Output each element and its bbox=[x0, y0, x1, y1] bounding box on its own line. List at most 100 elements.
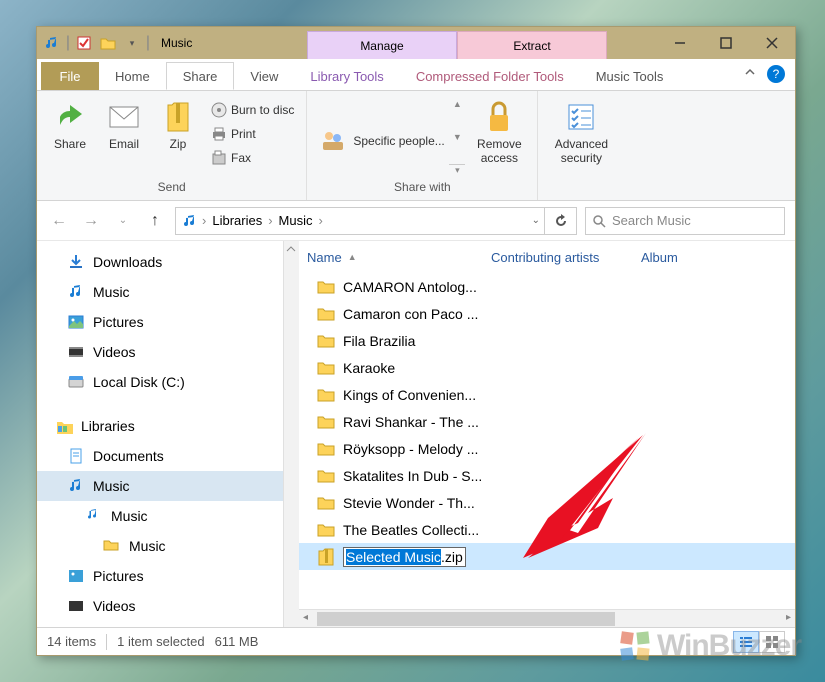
tree-item-music-lib[interactable]: Music bbox=[37, 471, 299, 501]
tree-item-libraries[interactable]: Libraries bbox=[37, 411, 299, 441]
email-icon bbox=[108, 101, 140, 133]
file-tab[interactable]: File bbox=[41, 62, 99, 90]
help-icon[interactable]: ? bbox=[767, 65, 785, 83]
collapse-ribbon-icon[interactable] bbox=[743, 65, 757, 79]
tree-item-pictures[interactable]: Pictures bbox=[37, 307, 299, 337]
compressed-tools-tab[interactable]: Compressed Folder Tools bbox=[400, 62, 580, 90]
maximize-button[interactable] bbox=[703, 27, 749, 59]
col-album-header[interactable]: Album bbox=[641, 250, 795, 265]
close-button[interactable] bbox=[749, 27, 795, 59]
manage-context-tab[interactable]: Manage bbox=[307, 31, 457, 59]
extract-context-tab[interactable]: Extract bbox=[457, 31, 607, 59]
advanced-security-button[interactable]: Advanced security bbox=[546, 95, 616, 194]
crumb-sep-1[interactable]: › bbox=[268, 213, 272, 228]
remove-access-button[interactable]: Remove access bbox=[469, 95, 529, 180]
up-button[interactable]: ↑ bbox=[143, 209, 167, 233]
list-item[interactable]: Skatalites In Dub - S... bbox=[299, 462, 795, 489]
crumb-libraries[interactable]: Libraries bbox=[210, 213, 264, 228]
app-icon[interactable] bbox=[41, 32, 63, 54]
rename-input[interactable]: Selected Music.zip bbox=[343, 547, 466, 567]
scroll-up-icon[interactable] bbox=[286, 244, 296, 254]
list-item[interactable]: Karaoke bbox=[299, 354, 795, 381]
list-item[interactable]: Camaron con Paco ... bbox=[299, 300, 795, 327]
list-item-editing[interactable]: Selected Music.zip bbox=[299, 543, 795, 570]
tree-item-documents-lib[interactable]: Documents bbox=[37, 441, 299, 471]
tree-item-videos[interactable]: Videos bbox=[37, 337, 299, 367]
crumb-sep-2[interactable]: › bbox=[319, 213, 323, 228]
scroll-right-icon[interactable]: ▸ bbox=[786, 612, 791, 623]
qat-dropdown-icon[interactable]: ▾ bbox=[121, 32, 143, 54]
list-item[interactable]: Röyksopp - Melody ... bbox=[299, 435, 795, 462]
tree-item-music-sub1[interactable]: Music bbox=[37, 501, 299, 531]
pictures-lib-icon bbox=[67, 567, 85, 585]
folder-icon bbox=[317, 440, 335, 458]
scroll-left-icon[interactable]: ◂ bbox=[303, 612, 308, 623]
search-placeholder: Search Music bbox=[612, 213, 691, 228]
burn-button[interactable]: Burn to disc bbox=[207, 99, 298, 121]
explorer-window: | ▾ | Music Manage Extract File Home Sha… bbox=[36, 26, 796, 656]
print-button[interactable]: Print bbox=[207, 123, 298, 145]
pictures-icon bbox=[67, 313, 85, 331]
new-folder-icon[interactable] bbox=[97, 32, 119, 54]
drive-icon bbox=[67, 373, 85, 391]
list-item[interactable]: CAMARON Antolog... bbox=[299, 273, 795, 300]
folder-icon bbox=[317, 332, 335, 350]
list-item[interactable]: Fila Brazilia bbox=[299, 327, 795, 354]
titlebar: | ▾ | Music Manage Extract bbox=[37, 27, 795, 59]
library-tools-tab[interactable]: Library Tools bbox=[294, 62, 399, 90]
tree-item-videos-lib[interactable]: Videos bbox=[37, 591, 299, 621]
gallery-down-icon[interactable]: ▼ bbox=[449, 132, 465, 142]
tree-item-music[interactable]: Music bbox=[37, 277, 299, 307]
qat-divider-2: | bbox=[145, 32, 151, 54]
col-contrib-header[interactable]: Contributing artists bbox=[491, 250, 641, 265]
col-name-header[interactable]: Name▲ bbox=[307, 250, 491, 265]
share-icon bbox=[54, 101, 86, 133]
zip-button[interactable]: Zip bbox=[153, 95, 203, 180]
home-tab[interactable]: Home bbox=[99, 62, 166, 90]
scrollbar-thumb[interactable] bbox=[317, 612, 615, 626]
tree-item-pictures-lib[interactable]: Pictures bbox=[37, 561, 299, 591]
file-list[interactable]: CAMARON Antolog... Camaron con Paco ... … bbox=[299, 273, 795, 609]
properties-icon[interactable] bbox=[73, 32, 95, 54]
fax-icon bbox=[211, 150, 227, 166]
breadcrumb[interactable]: › Libraries › Music › ⌄ bbox=[175, 207, 545, 235]
list-item[interactable]: Kings of Convenien... bbox=[299, 381, 795, 408]
list-item[interactable]: Ravi Shankar - The ... bbox=[299, 408, 795, 435]
share-with-group-label: Share with bbox=[315, 180, 529, 196]
list-item[interactable]: The Beatles Collecti... bbox=[299, 516, 795, 543]
fax-button[interactable]: Fax bbox=[207, 147, 298, 169]
tree-item-downloads[interactable]: Downloads bbox=[37, 247, 299, 277]
window-controls bbox=[657, 27, 795, 59]
status-item-count: 14 items bbox=[47, 634, 96, 649]
minimize-button[interactable] bbox=[657, 27, 703, 59]
quick-access-toolbar: | ▾ | bbox=[37, 32, 155, 54]
videos-lib-icon bbox=[67, 597, 85, 615]
tree-item-localdisk[interactable]: Local Disk (C:) bbox=[37, 367, 299, 397]
documents-icon bbox=[67, 447, 85, 465]
watermark: WinBuzzer bbox=[617, 628, 801, 664]
back-button[interactable]: ← bbox=[47, 209, 71, 233]
forward-button[interactable]: → bbox=[79, 209, 103, 233]
tree-scrollbar[interactable] bbox=[283, 241, 299, 627]
share-button[interactable]: Share bbox=[45, 95, 95, 180]
search-input[interactable]: Search Music bbox=[585, 207, 785, 235]
gallery-more-icon[interactable]: ▾ bbox=[449, 164, 465, 176]
print-icon bbox=[211, 126, 227, 142]
list-item[interactable]: Stevie Wonder - Th... bbox=[299, 489, 795, 516]
root-chevron-icon[interactable]: › bbox=[202, 213, 206, 228]
email-button[interactable]: Email bbox=[99, 95, 149, 180]
gallery-up-icon[interactable]: ▲ bbox=[449, 99, 465, 109]
address-dropdown-icon[interactable]: ⌄ bbox=[532, 215, 540, 226]
status-selected-count: 1 item selected bbox=[117, 634, 204, 649]
share-tab[interactable]: Share bbox=[166, 62, 235, 90]
tree-item-music-sub2[interactable]: Music bbox=[37, 531, 299, 561]
disc-icon bbox=[211, 102, 227, 118]
recent-locations-icon[interactable]: ⌄ bbox=[111, 209, 135, 233]
specific-people-button[interactable]: Specific people... bbox=[315, 95, 445, 180]
view-tab[interactable]: View bbox=[234, 62, 294, 90]
music-tools-tab[interactable]: Music Tools bbox=[580, 62, 680, 90]
navigation-tree[interactable]: Downloads Music Pictures Videos Local Di… bbox=[37, 241, 299, 627]
crumb-music[interactable]: Music bbox=[277, 213, 315, 228]
horizontal-scrollbar[interactable]: ◂ ▸ bbox=[299, 609, 795, 627]
refresh-button[interactable] bbox=[545, 207, 577, 235]
